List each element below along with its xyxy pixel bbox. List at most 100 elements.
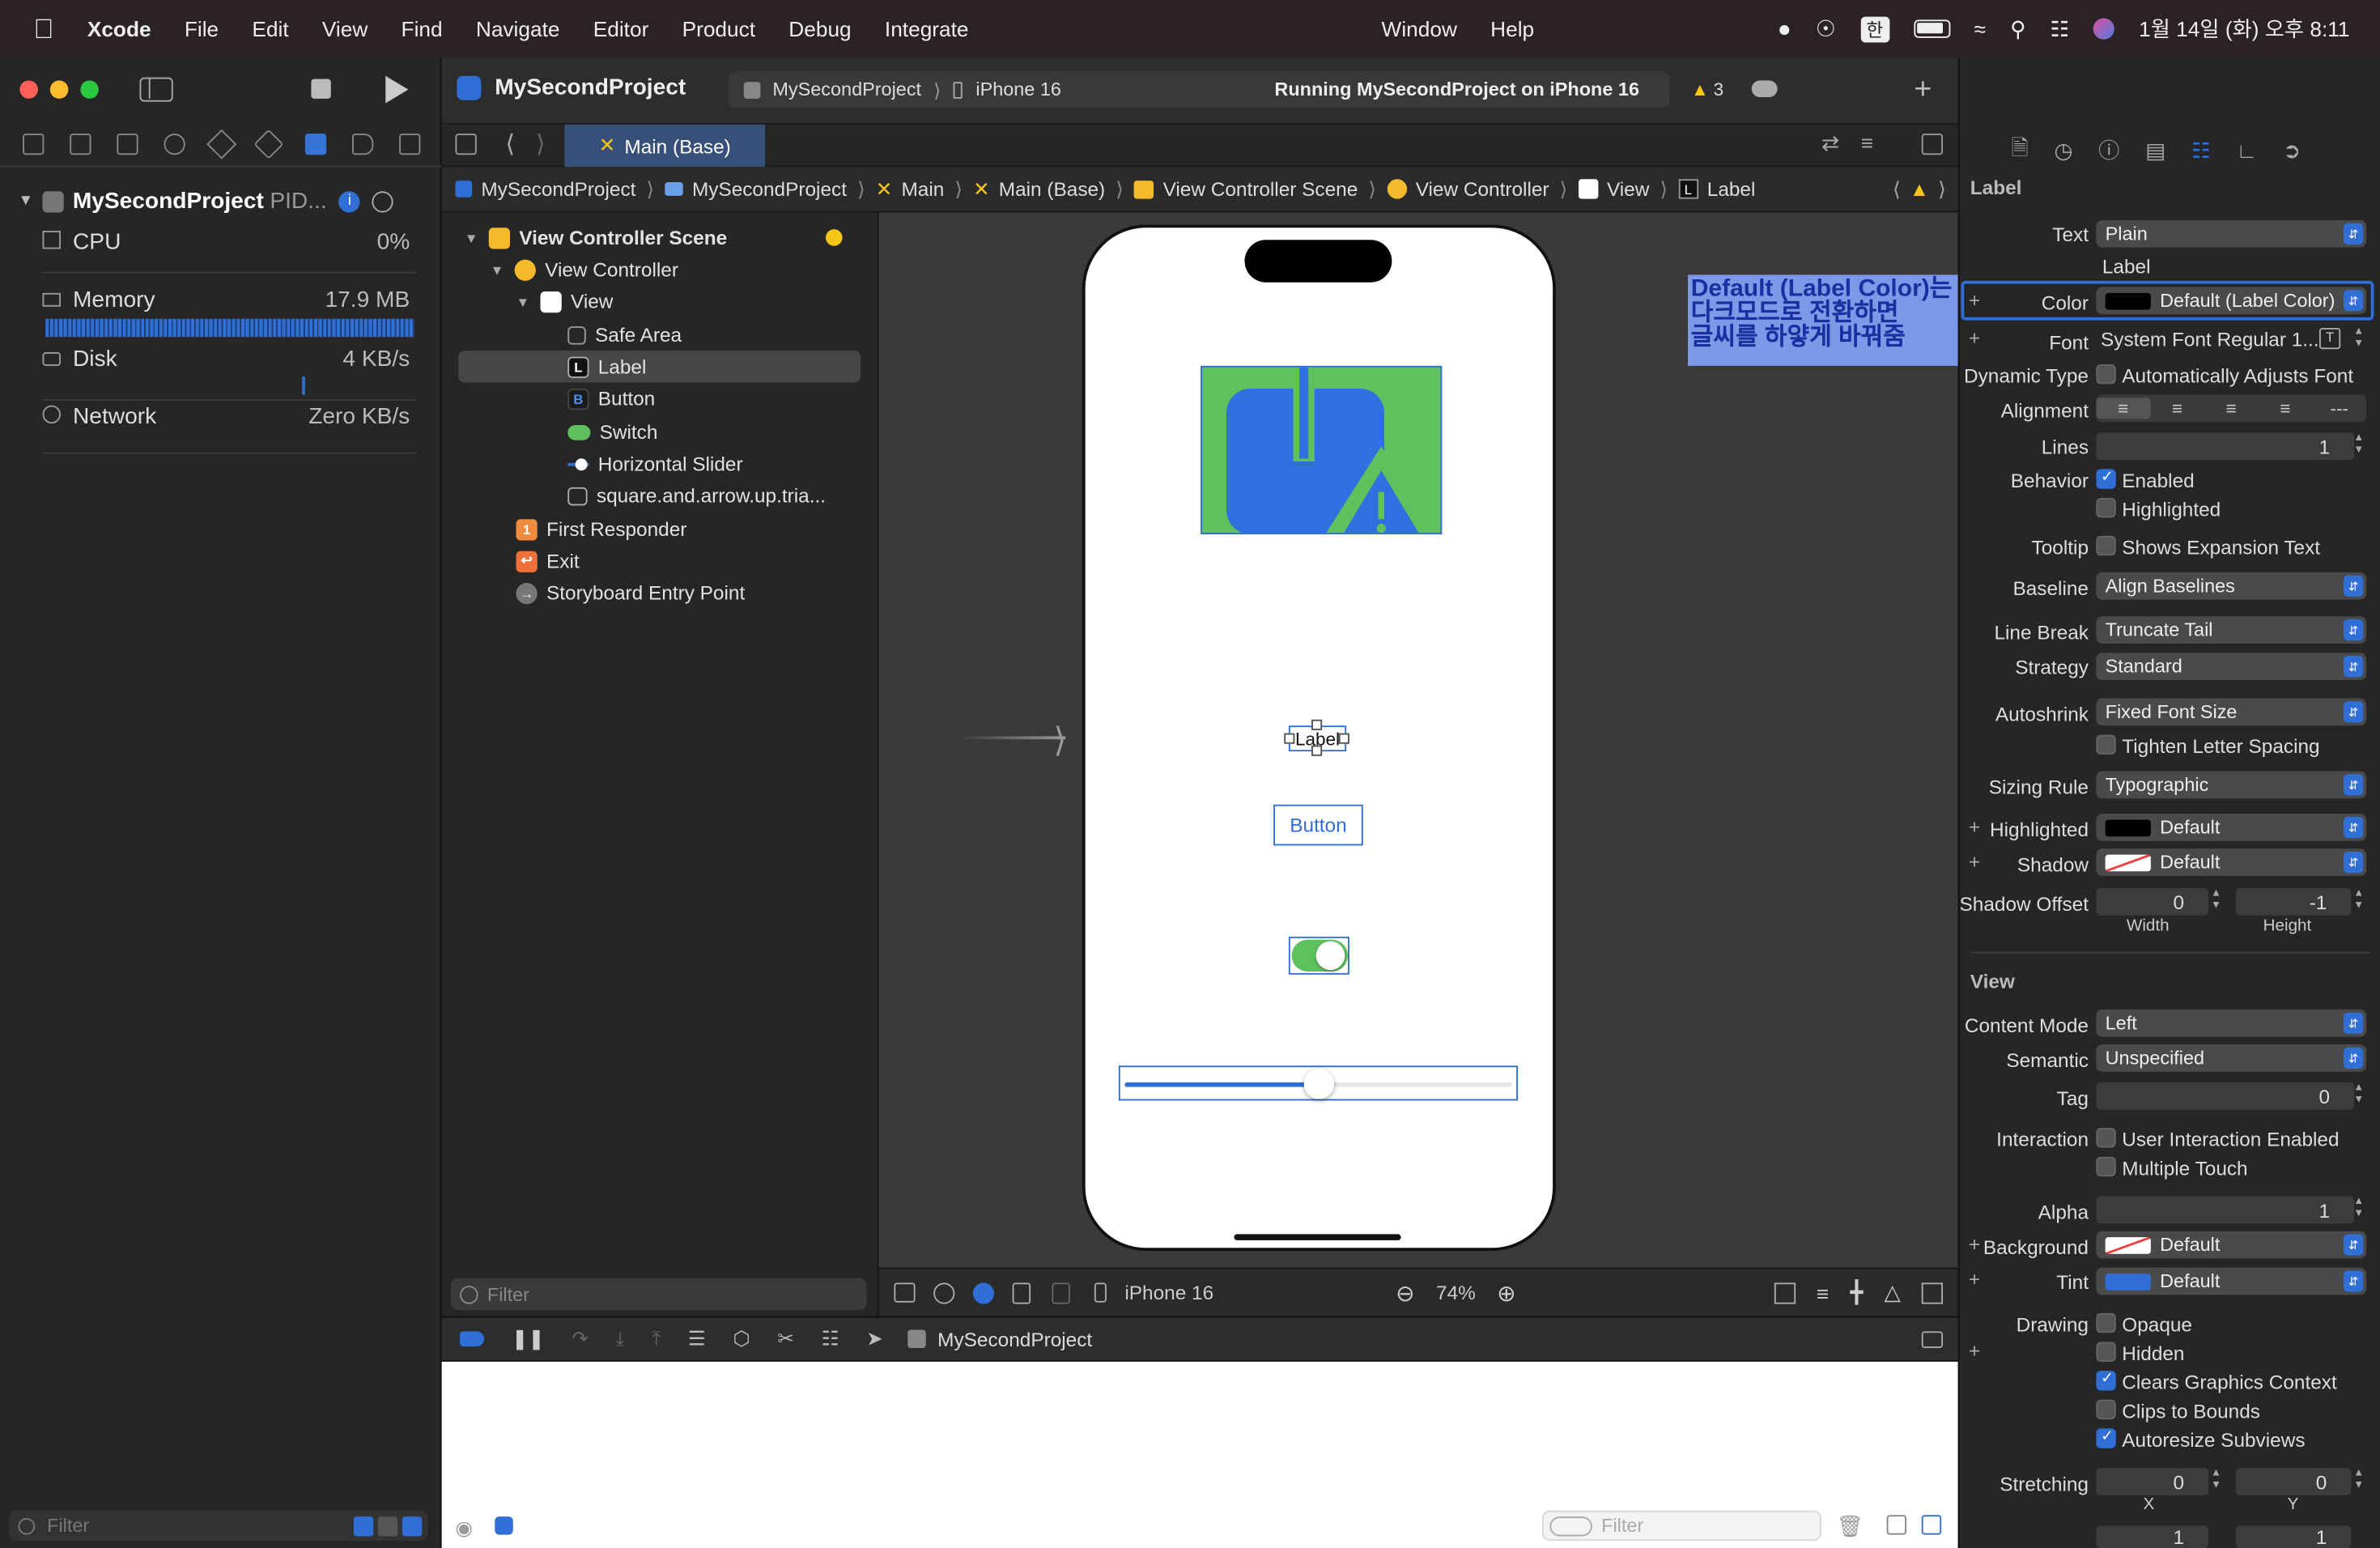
sizing-rule-popup[interactable]: Typographic ⇵ xyxy=(2096,771,2367,799)
filter-option-icons[interactable] xyxy=(353,1516,423,1536)
stretch-x-stepper[interactable]: ▲ ▼ xyxy=(2208,1468,2224,1495)
add-constraints-icon[interactable]: ╋ xyxy=(1850,1280,1863,1306)
chat-status-icon[interactable]: ● xyxy=(1778,16,1791,42)
tint-color-popup[interactable]: Default ⇵ xyxy=(2096,1267,2367,1295)
left-pane-toggle-icon[interactable] xyxy=(1886,1515,1906,1535)
menu-app-name[interactable]: Xcode xyxy=(87,17,151,41)
input-source-icon[interactable]: 한 xyxy=(1859,15,1889,42)
menu-edit[interactable]: Edit xyxy=(252,17,288,41)
jump-item-main-base[interactable]: ✕ Main (Base) xyxy=(973,176,1105,201)
align-natural-icon[interactable]: --- xyxy=(2312,398,2366,419)
apple-icon[interactable]:  xyxy=(33,13,53,45)
outline-row-first-responder[interactable]: 1 First Responder xyxy=(516,513,686,545)
memory-graph-debug-icon[interactable]: ⬡ xyxy=(733,1327,750,1351)
info-icon[interactable]: i xyxy=(338,190,360,212)
add-variation-icon[interactable]: + xyxy=(1969,850,1980,873)
breakpoint-navigator-icon[interactable] xyxy=(351,133,373,155)
lines-stepper[interactable]: ▲ ▼ xyxy=(2351,432,2366,460)
console-filter-field[interactable]: Filter xyxy=(1542,1510,1821,1542)
alpha-field[interactable]: 1 xyxy=(2096,1196,2355,1224)
stretch-y-field[interactable]: 0 xyxy=(2235,1468,2352,1495)
highlighted-checkbox[interactable] xyxy=(2096,498,2116,518)
add-variation-icon[interactable]: + xyxy=(1969,815,1980,838)
tag-field[interactable]: 0 xyxy=(2096,1082,2355,1110)
zoom-out-icon[interactable]: ⊖ xyxy=(1396,1279,1415,1307)
align-icon[interactable]: ≡ xyxy=(1817,1281,1829,1305)
minimize-window-button[interactable] xyxy=(49,80,69,99)
hidden-checkbox[interactable] xyxy=(2096,1342,2116,1362)
gauge-network[interactable]: Network Zero KB/s xyxy=(42,404,410,430)
back-icon[interactable]: ⟨ xyxy=(505,129,515,159)
size-inspector-icon[interactable]: ∟ xyxy=(2236,138,2257,163)
spotlight-icon[interactable]: ⚲ xyxy=(2010,16,2025,42)
shadow-color-popup[interactable]: Default ⇵ xyxy=(2096,848,2367,876)
issue-navigator-icon[interactable] xyxy=(206,128,236,159)
adjusts-font-checkbox[interactable] xyxy=(2096,364,2116,385)
outline-row-scene[interactable]: ▼ View Controller Scene xyxy=(465,222,727,253)
outline-row-view-controller[interactable]: ▼ View Controller xyxy=(491,253,678,285)
bookmark-navigator-icon[interactable] xyxy=(116,133,138,155)
environment-overrides-icon[interactable]: ✂ xyxy=(777,1327,793,1351)
embed-in-icon[interactable] xyxy=(1922,1282,1944,1303)
clips-to-bounds-checkbox[interactable] xyxy=(2096,1399,2116,1420)
project-navigator-icon[interactable] xyxy=(22,133,44,155)
process-row[interactable]: ▼ MySecondProject PID... i xyxy=(19,189,428,214)
source-control-navigator-icon[interactable] xyxy=(69,133,91,155)
add-variation-icon[interactable]: + xyxy=(1969,1339,1980,1362)
shadow-height-field[interactable]: -1 xyxy=(2235,887,2352,916)
trash-icon[interactable]: 🗑 xyxy=(1837,1513,1864,1539)
alpha-stepper[interactable]: ▲ ▼ xyxy=(2351,1197,2366,1224)
tab-main-base[interactable]: ✕ Main (Base) xyxy=(564,124,765,168)
device-layout-icon[interactable] xyxy=(1052,1282,1070,1303)
add-variation-icon[interactable]: + xyxy=(1969,288,1980,311)
device-config-label[interactable]: iPhone 16 xyxy=(1124,1282,1213,1304)
appearance-icon[interactable] xyxy=(972,1282,995,1303)
close-window-button[interactable] xyxy=(19,80,38,99)
connections-inspector-icon[interactable]: ➲ xyxy=(2283,138,2301,164)
stretch-x-field[interactable]: 0 xyxy=(2096,1468,2209,1495)
multiple-touch-checkbox[interactable] xyxy=(2096,1156,2116,1177)
outline-row-switch[interactable]: Switch xyxy=(567,416,657,448)
warnings-indicator[interactable]: ▲ 3 xyxy=(1691,79,1723,100)
button-element[interactable]: Button xyxy=(1273,804,1363,846)
test-navigator-icon[interactable] xyxy=(253,128,283,159)
user-interaction-checkbox[interactable] xyxy=(2096,1128,2116,1148)
align-right-icon[interactable]: ≡ xyxy=(2204,398,2259,419)
pause-icon[interactable]: ❚❚ xyxy=(512,1327,545,1351)
filter-menu-icon[interactable] xyxy=(1549,1516,1592,1536)
file-inspector-icon[interactable]: 🗎 xyxy=(2011,132,2028,168)
outline-row-image-view[interactable]: square.and.arrow.up.tria... xyxy=(567,480,826,512)
disclosure-chevron-icon[interactable]: ▼ xyxy=(19,193,34,210)
outline-row-entry-point[interactable]: → Storyboard Entry Point xyxy=(516,577,745,609)
report-navigator-icon[interactable] xyxy=(398,133,420,155)
slider-thumb[interactable] xyxy=(1303,1069,1334,1099)
debug-navigator-icon[interactable] xyxy=(304,133,326,155)
scheme-selector[interactable]: MySecondProject xyxy=(772,79,921,100)
menu-navigate[interactable]: Navigate xyxy=(476,17,560,41)
memory-graph-icon[interactable] xyxy=(372,190,394,212)
menu-help[interactable]: Help xyxy=(1490,17,1534,41)
related-items-icon[interactable] xyxy=(455,134,477,155)
history-inspector-icon[interactable]: ◷ xyxy=(2054,138,2072,164)
outline-row-exit[interactable]: ↩ Exit xyxy=(516,545,580,576)
split-editor-icon[interactable] xyxy=(1921,134,1943,155)
variables-toggle-icon[interactable] xyxy=(495,1516,513,1535)
expansion-text-checkbox[interactable] xyxy=(2096,535,2116,556)
menu-file[interactable]: File xyxy=(185,17,219,41)
lines-field[interactable]: 1 xyxy=(2096,432,2355,461)
tag-stepper[interactable]: ▲ ▼ xyxy=(2351,1082,2366,1110)
outline-filter-field[interactable]: Filter xyxy=(450,1278,867,1311)
semantic-popup[interactable]: Unspecified ⇵ xyxy=(2096,1044,2367,1072)
jump-item-project[interactable]: MySecondProject xyxy=(455,177,635,201)
stretch-y-stepper[interactable]: ▲ ▼ xyxy=(2351,1468,2366,1495)
menubar-clock[interactable]: 1월 14일 (화) 오후 8:11 xyxy=(2139,14,2349,45)
jump-item-scene[interactable]: View Controller Scene xyxy=(1133,177,1358,201)
jump-item-main[interactable]: ✕ Main xyxy=(876,176,945,201)
creative-cloud-icon[interactable]: ☉ xyxy=(1816,15,1836,43)
line-break-popup[interactable]: Truncate Tail ⇵ xyxy=(2096,616,2367,644)
image-view[interactable] xyxy=(1201,365,1443,534)
run-destination-selector[interactable]: iPhone 16 xyxy=(975,79,1061,100)
view-hierarchy-icon[interactable]: ☰ xyxy=(688,1327,706,1351)
menu-find[interactable]: Find xyxy=(402,17,443,41)
outline-row-label[interactable]: L Label xyxy=(567,351,646,382)
